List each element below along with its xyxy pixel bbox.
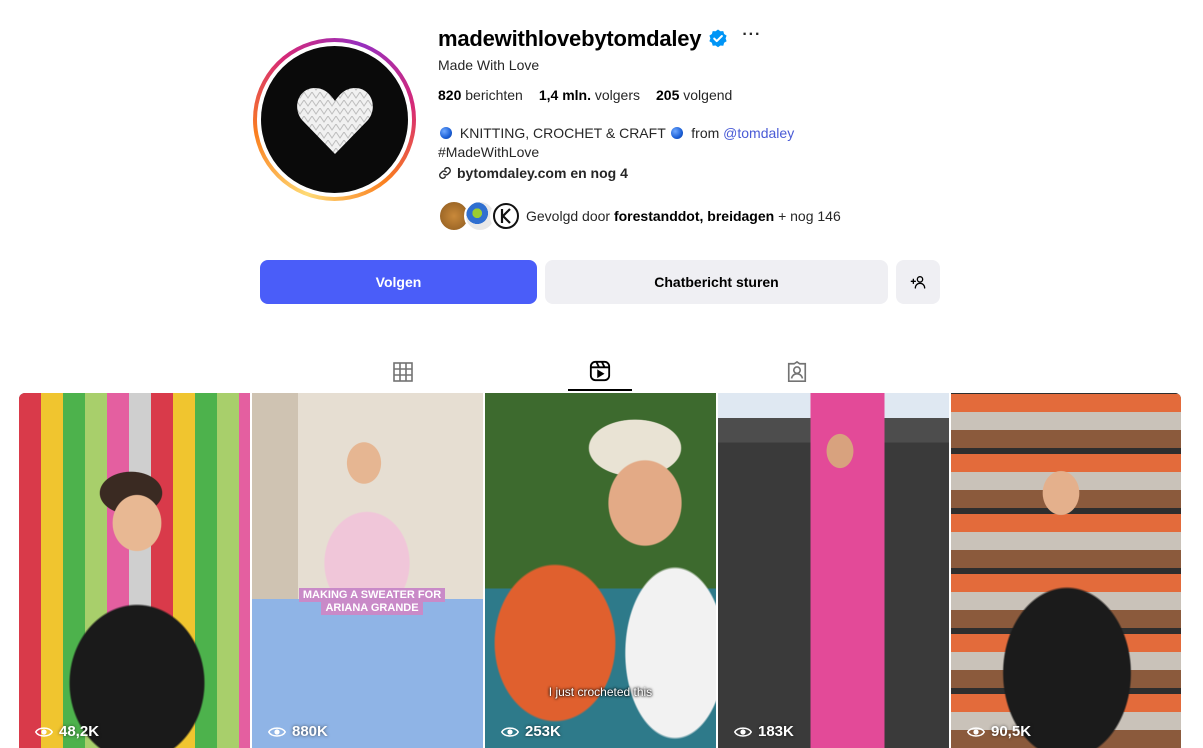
bio-hashtag: #MadeWithLove (438, 144, 540, 160)
tab-tagged[interactable] (765, 352, 829, 391)
reel-view-count: 880K (268, 723, 328, 740)
knitted-heart-icon (296, 87, 373, 154)
reels-grid: 48,2K MAKING A SWEATER FOR ARIANA GRANDE… (19, 393, 1181, 748)
tab-posts[interactable] (371, 352, 435, 391)
message-button[interactable]: Chatbericht sturen (545, 260, 888, 304)
grid-icon (393, 361, 413, 382)
yarn-ball-icon (671, 127, 684, 139)
profile-full-name: Made With Love (438, 57, 540, 73)
external-link[interactable]: bytomdaley.com en nog 4 (438, 165, 628, 181)
eye-icon (967, 726, 985, 737)
tagged-icon (787, 360, 807, 382)
profile-stats: 820 berichten 1,4 mln. volgers 205 volge… (438, 87, 732, 103)
reel-caption: MAKING A SWEATER FOR ARIANA GRANDE (298, 588, 446, 615)
reel-tile[interactable]: MAKING A SWEATER FOR ARIANA GRANDE 880K (252, 393, 483, 748)
eye-icon (734, 726, 752, 737)
avatar (490, 200, 522, 232)
profile-username: madewithlovebytomdaley (438, 26, 702, 51)
reel-tile[interactable]: 48,2K (19, 393, 250, 748)
eye-icon (35, 726, 53, 737)
profile-tabs (0, 352, 1203, 392)
add-person-icon (910, 276, 926, 289)
mutual-avatars (438, 200, 522, 232)
follow-button[interactable]: Volgen (260, 260, 537, 304)
suggested-accounts-button[interactable] (896, 260, 940, 304)
reels-icon (589, 360, 611, 381)
eye-icon (501, 726, 519, 737)
tab-reels[interactable] (568, 352, 632, 391)
reel-view-count: 48,2K (35, 723, 99, 740)
reel-tile[interactable]: I just crocheted this 253K (485, 393, 716, 748)
posts-count: 820 berichten (438, 87, 523, 103)
mention-link[interactable]: @tomdaley (723, 125, 794, 141)
bio-line-1: KNITTING, CROCHET & CRAFT from @tomdaley (438, 124, 794, 143)
reel-tile[interactable]: 183K (718, 393, 949, 748)
followed-by[interactable]: Gevolgd door forestanddot, breidagen + n… (438, 200, 841, 232)
yarn-ball-icon (440, 127, 452, 139)
more-options-button[interactable]: ··· (742, 26, 761, 44)
link-icon (439, 167, 451, 179)
reel-view-count: 90,5K (967, 723, 1031, 740)
following-count[interactable]: 205 volgend (656, 87, 732, 103)
profile-bio: KNITTING, CROCHET & CRAFT from @tomdaley… (438, 124, 794, 162)
reel-view-count: 183K (734, 723, 794, 740)
reel-tile[interactable]: 90,5K (951, 393, 1181, 748)
verified-badge-icon (709, 29, 727, 48)
eye-icon (268, 726, 286, 737)
followers-count[interactable]: 1,4 mln. volgers (539, 87, 640, 103)
username-row: madewithlovebytomdaley ··· (438, 24, 761, 54)
reel-subtitle: I just crocheted this (548, 685, 653, 699)
reel-view-count: 253K (501, 723, 561, 740)
profile-avatar (261, 46, 408, 193)
profile-avatar-ring[interactable] (253, 38, 416, 201)
